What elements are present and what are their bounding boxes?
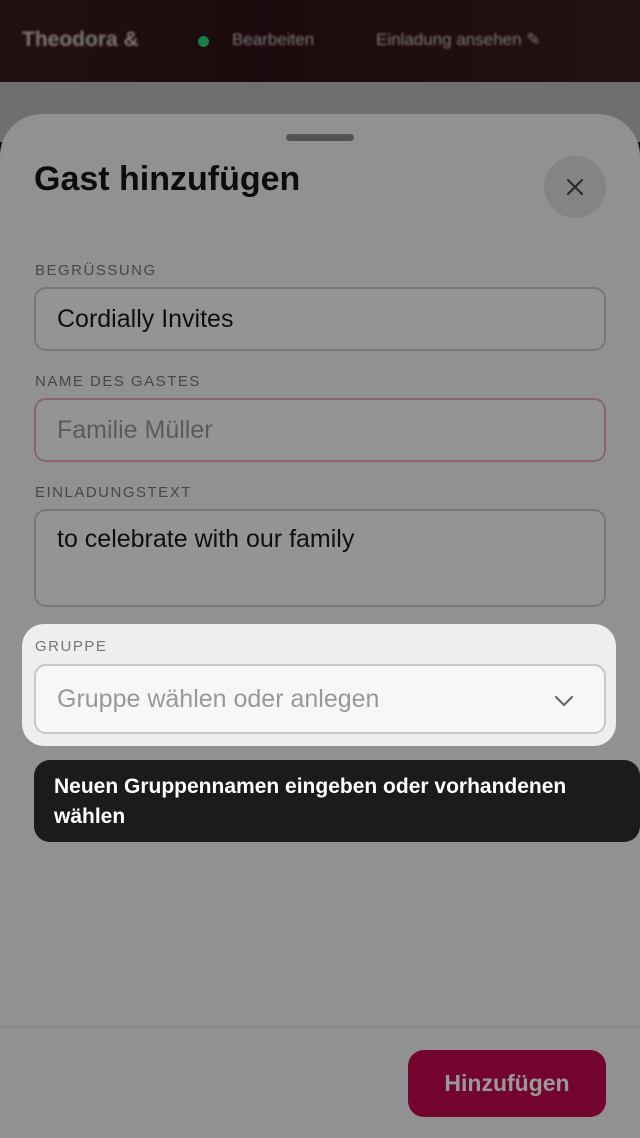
sheet-title: Gast hinzufügen bbox=[34, 160, 301, 198]
guest-name-field[interactable]: Familie Müller bbox=[34, 398, 606, 462]
add-guest-button[interactable]: Hinzufügen bbox=[408, 1050, 606, 1117]
background-invite-link: Einladung ansehen ✎ bbox=[376, 30, 541, 49]
chevron-down-icon bbox=[554, 685, 574, 714]
guest-name-label: NAME DES GASTES bbox=[35, 373, 201, 390]
close-icon bbox=[566, 178, 584, 196]
group-tooltip: Neuen Gruppennamen eingeben oder vorhand… bbox=[34, 760, 640, 842]
invitation-text-label: EINLADUNGSTEXT bbox=[35, 484, 192, 501]
invitation-text-value: to celebrate with our family bbox=[57, 525, 355, 553]
screen: Theodora & Bearbeiten Einladung ansehen … bbox=[0, 0, 640, 1138]
close-button[interactable] bbox=[544, 156, 606, 218]
footer-divider bbox=[0, 1026, 640, 1028]
invitation-text-field[interactable]: to celebrate with our family bbox=[34, 509, 606, 607]
sheet-grabber[interactable] bbox=[286, 134, 354, 141]
background-edit-link: Bearbeiten bbox=[232, 30, 315, 49]
group-select[interactable]: Gruppe wählen oder anlegen bbox=[34, 664, 606, 734]
greeting-label: BEGRÜSSUNG bbox=[35, 262, 157, 279]
online-status-dot bbox=[198, 36, 209, 47]
greeting-field[interactable]: Cordially Invites bbox=[34, 287, 606, 351]
group-label: GRUPPE bbox=[35, 638, 108, 655]
background-title: Theodora & bbox=[22, 28, 139, 51]
group-placeholder: Gruppe wählen oder anlegen bbox=[57, 684, 380, 713]
background-header: Theodora & Bearbeiten Einladung ansehen … bbox=[0, 0, 640, 82]
guest-name-placeholder: Familie Müller bbox=[57, 415, 213, 444]
greeting-value: Cordially Invites bbox=[57, 304, 234, 333]
group-field-spotlight: GRUPPE Gruppe wählen oder anlegen bbox=[22, 624, 616, 746]
